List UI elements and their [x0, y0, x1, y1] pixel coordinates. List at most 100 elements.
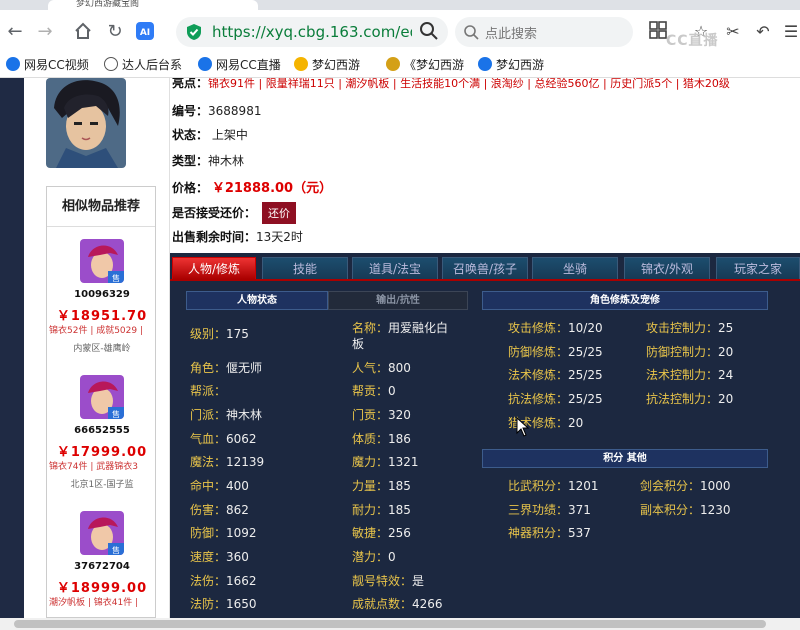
type-label: 类型：	[172, 154, 209, 168]
id-label: 编号：	[172, 104, 209, 118]
left-edge-bar	[0, 78, 24, 618]
stat-magic-damage: 法伤：1662	[190, 574, 257, 588]
similar-item-thumbnail[interactable]: 售	[80, 511, 124, 555]
stat-guild: 帮派：	[190, 384, 227, 398]
similar-item-thumbnail[interactable]: 售	[80, 375, 124, 419]
browser-tab[interactable]: 梦幻西游藏宝阁	[48, 0, 258, 10]
bookmark-item[interactable]: 达人后台系	[104, 56, 182, 74]
highlights-label: 亮点：	[172, 78, 209, 90]
mouse-cursor-icon	[516, 417, 530, 437]
stat-hp: 气血：6062	[190, 432, 257, 446]
points-dungeon: 副本积分：1230	[640, 503, 731, 517]
similar-item-tags: 锦衣74件 | 武器锦衣3	[49, 462, 138, 472]
points-merit: 三界功绩：371	[508, 503, 591, 517]
similar-items-panel: 相似物品推荐 售 10096329 ￥18951.70 锦衣52件 | 成就50…	[46, 186, 156, 618]
menu-icon[interactable]: ☰	[780, 21, 800, 43]
refresh-icon[interactable]: ↻	[104, 21, 126, 43]
bookmark-item[interactable]: 网易CC视频	[6, 56, 89, 74]
cc-live-watermark: CC直播	[666, 33, 719, 49]
bookmarks-bar: 网易CC视频 达人后台系 网易CC直播 梦幻西游 《梦幻西游 梦幻西游	[0, 52, 800, 78]
control-defense: 防御控制力：20	[646, 345, 734, 359]
svg-text:售: 售	[112, 545, 120, 555]
svg-text:售: 售	[112, 409, 120, 419]
bookmark-favicon-icon	[198, 57, 212, 71]
similar-item-price: ￥18951.70	[56, 309, 148, 324]
time-label: 出售剩余时间：	[172, 230, 257, 244]
bookmark-item[interactable]: 网易CC直播	[198, 56, 281, 74]
tab-items[interactable]: 道具/法宝	[352, 257, 438, 279]
stat-role: 角色：偃无师	[190, 361, 263, 375]
tab-skills[interactable]: 技能	[262, 257, 348, 279]
stat-strength: 力量：185	[352, 479, 411, 493]
back-icon[interactable]: ←	[4, 21, 26, 43]
side-column: 相似物品推荐 售 10096329 ￥18951.70 锦衣52件 | 成就50…	[30, 78, 170, 618]
status-value: 上架中	[211, 128, 248, 142]
browser-chrome: 梦幻西游藏宝阁 ← → ↻ AI https://xyq.cbg.163.com…	[0, 0, 800, 78]
globe-icon	[104, 57, 118, 71]
tab-strip: 梦幻西游藏宝阁	[0, 0, 800, 10]
tab-summons[interactable]: 召唤兽/孩子	[442, 257, 528, 279]
bookmark-item[interactable]: 《梦幻西游	[386, 56, 464, 74]
similar-item[interactable]: 售 37672704 ￥18999.00 潮汐帆板 | 锦衣41件 |	[47, 511, 157, 618]
search-icon[interactable]	[418, 20, 440, 42]
scrollbar-thumb[interactable]	[14, 620, 766, 628]
ai-extension-icon[interactable]: AI	[134, 21, 156, 43]
undo-icon[interactable]: ↶	[752, 21, 774, 43]
points-artifact: 神器积分：537	[508, 526, 591, 540]
stat-mp: 魔法：12139	[190, 455, 265, 469]
tab-title: 梦幻西游藏宝阁	[76, 0, 140, 9]
bookmark-item[interactable]: 梦幻西游	[478, 56, 544, 74]
bookmark-item[interactable]: 梦幻西游	[294, 56, 360, 74]
stat-pretty-id: 靓号特效：是	[352, 574, 425, 588]
home-icon[interactable]	[72, 21, 94, 43]
similar-item-price: ￥18999.00	[56, 581, 148, 596]
forward-icon[interactable]: →	[34, 21, 56, 43]
cut-icon[interactable]: ✂	[722, 21, 744, 43]
similar-item-thumbnail[interactable]: 售	[80, 239, 124, 283]
type-row: 类型：神木林	[172, 152, 244, 169]
similar-item-id: 66652555	[74, 425, 130, 436]
bargain-button[interactable]: 还价	[262, 202, 297, 224]
search-box[interactable]: 点此搜索	[455, 17, 633, 47]
stat-magic-defense: 法防：1650	[190, 597, 257, 611]
points-sword: 剑会积分：1000	[640, 479, 731, 493]
similar-item-price: ￥17999.00	[56, 445, 148, 460]
similar-items-title: 相似物品推荐	[47, 187, 155, 227]
highlights-row: 亮点：锦衣91件 | 限量祥瑞11只 | 潮汐帆板 | 生活技能10个满 | 浪…	[172, 78, 730, 91]
cult-magic: 法术修炼：25/25	[508, 368, 603, 382]
tab-character[interactable]: 人物/修炼	[172, 257, 256, 279]
secure-shield-icon	[186, 23, 202, 41]
tab-outfits[interactable]: 锦衣/外观	[624, 257, 710, 279]
similar-item-tags: 锦衣52件 | 成就5029 |	[49, 326, 144, 336]
time-row: 出售剩余时间：13天2时	[172, 228, 303, 245]
stat-school: 门派：神木林	[190, 408, 263, 422]
stat-magic-power: 魔力：1321	[352, 455, 419, 469]
similar-item-server: 内蒙区-雄鹰岭	[73, 344, 131, 354]
cultivation-header: 角色修炼及宠修	[482, 291, 768, 310]
cult-defense: 防御修炼：25/25	[508, 345, 603, 359]
bargain-row: 是否接受还价： 还价	[172, 202, 297, 224]
similar-item[interactable]: 售 10096329 ￥18951.70 锦衣52件 | 成就5029 | 内蒙…	[47, 239, 157, 369]
id-row: 编号：3688981	[172, 102, 261, 119]
url-text[interactable]: https://xyq.cbg.163.com/equip	[212, 20, 412, 44]
stat-agility: 敏捷：256	[352, 526, 411, 540]
tab-mounts[interactable]: 坐骑	[532, 257, 618, 279]
subtab-character-status[interactable]: 人物状态	[186, 291, 328, 310]
stat-achievement: 成就点数：4266	[352, 597, 443, 611]
time-value: 13天2时	[256, 230, 303, 244]
status-row: 状态： 上架中	[172, 126, 248, 143]
stat-potential: 潜力：0	[352, 550, 396, 564]
subtab-output-resistance[interactable]: 输出/抗性	[328, 291, 468, 310]
stat-constitution: 体质：186	[352, 432, 411, 446]
svg-text:售: 售	[112, 273, 120, 283]
item-info: 亮点：锦衣91件 | 限量祥瑞11只 | 潮汐帆板 | 生活技能10个满 | 浪…	[170, 78, 800, 253]
similar-item[interactable]: 售 66652555 ￥17999.00 锦衣74件 | 武器锦衣3 北京1区-…	[47, 375, 157, 505]
character-avatar	[46, 78, 126, 168]
stat-hit: 命中：400	[190, 479, 249, 493]
id-value: 3688981	[208, 104, 262, 118]
stat-name: 名称：用爱融化白	[352, 321, 449, 335]
bookmark-favicon-icon	[6, 57, 20, 71]
stat-defense: 防御：1092	[190, 526, 257, 540]
svg-text:AI: AI	[140, 28, 150, 38]
tab-player-home[interactable]: 玩家之家	[716, 257, 800, 279]
